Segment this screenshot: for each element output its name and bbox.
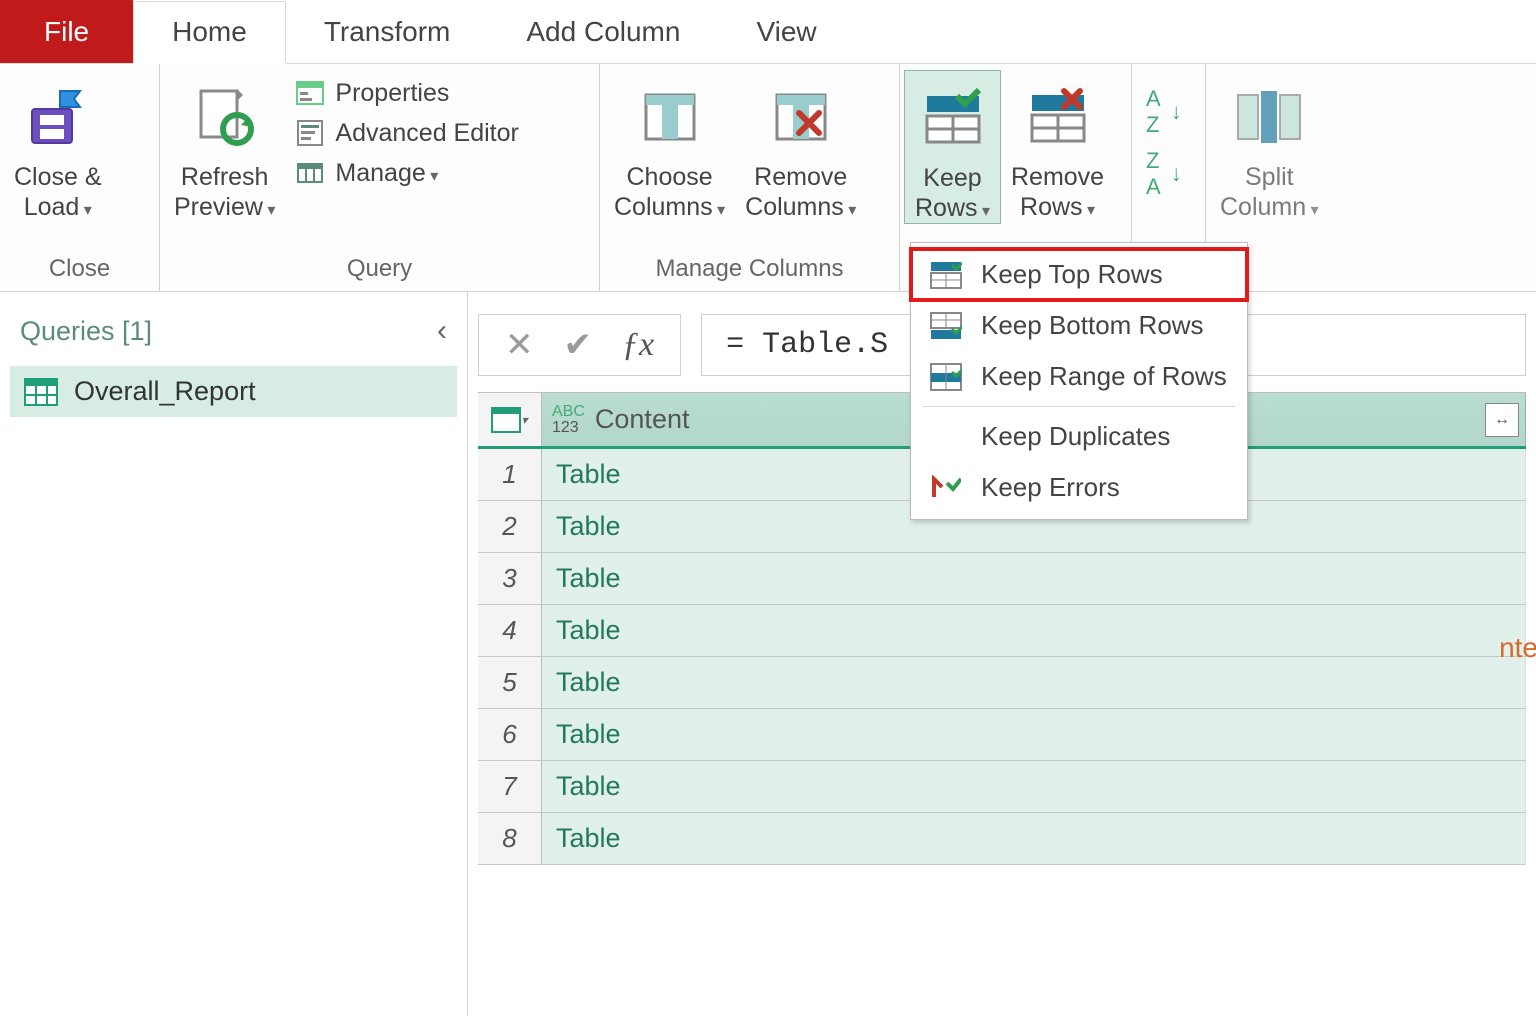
refresh-label: Refresh Preview [174, 162, 275, 222]
table-icon [24, 378, 58, 406]
sort-ascending-button[interactable]: AZ ↓ [1142, 84, 1186, 140]
remove-rows-button[interactable]: Remove Rows [1001, 70, 1114, 222]
manage-label: Manage [335, 159, 438, 188]
keep-errors-icon [927, 475, 965, 501]
advanced-editor-icon [295, 118, 325, 148]
row-number: 3 [478, 553, 542, 604]
query-item-label: Overall_Report [74, 376, 256, 407]
query-settings-peek: nte [1499, 632, 1536, 664]
group-label-manage-columns: Manage Columns [604, 251, 895, 289]
fx-icon[interactable]: ƒx [622, 326, 654, 364]
queries-header-label: Queries [1] [20, 316, 152, 347]
column-header-label: Content [595, 404, 690, 435]
keep-rows-icon [923, 77, 983, 159]
remove-columns-icon [771, 76, 831, 158]
expand-column-button[interactable]: ↔ [1485, 403, 1519, 437]
table-row[interactable]: 7Table [478, 761, 1526, 813]
refresh-preview-button[interactable]: Refresh Preview [164, 70, 285, 222]
keep-duplicates-item[interactable]: Keep Duplicates [911, 411, 1247, 462]
close-and-load-button[interactable]: Close & Load [4, 70, 112, 222]
row-number: 5 [478, 657, 542, 708]
menu-label: Keep Errors [981, 472, 1120, 503]
keep-errors-item[interactable]: Keep Errors [911, 462, 1247, 513]
workspace: Queries [1] ‹ Overall_Report ✕ ✔ ƒx = Ta… [0, 292, 1536, 1016]
sort-asc-icon: AZ [1146, 86, 1161, 138]
ribbon: Close & Load Close Refresh Preview [0, 64, 1536, 292]
sort-desc-icon: ZA [1146, 148, 1161, 200]
query-item[interactable]: Overall_Report [10, 366, 457, 417]
choose-columns-icon [640, 76, 700, 158]
cell-content[interactable]: Table [542, 657, 1526, 708]
row-number: 6 [478, 709, 542, 760]
queries-panel: Queries [1] ‹ Overall_Report [0, 292, 468, 1016]
split-column-icon [1234, 76, 1304, 158]
split-column-label: Split Column [1220, 162, 1319, 222]
tab-add-column[interactable]: Add Column [488, 0, 718, 63]
row-number: 1 [478, 449, 542, 500]
tab-transform[interactable]: Transform [286, 0, 489, 63]
keep-bottom-rows-icon [927, 312, 965, 340]
ribbon-tabs: File Home Transform Add Column View [0, 0, 1536, 64]
cell-content[interactable]: Table [542, 813, 1526, 864]
group-label-close: Close [4, 251, 155, 289]
row-number: 7 [478, 761, 542, 812]
cell-content[interactable]: Table [542, 761, 1526, 812]
collapse-panel-button[interactable]: ‹ [437, 314, 447, 348]
menu-label: Keep Top Rows [981, 259, 1163, 290]
cell-content[interactable]: Table [542, 709, 1526, 760]
menu-label: Keep Range of Rows [981, 361, 1227, 392]
remove-rows-icon [1028, 76, 1088, 158]
group-label-query: Query [164, 251, 595, 289]
remove-rows-label: Remove Rows [1011, 162, 1104, 222]
keep-rows-button[interactable]: Keep Rows [904, 70, 1001, 224]
tab-file[interactable]: File [0, 0, 133, 63]
accept-formula-icon[interactable]: ✔ [564, 325, 593, 365]
row-number: 8 [478, 813, 542, 864]
menu-separator [923, 406, 1235, 407]
keep-rows-menu: Keep Top Rows Keep Bottom Rows Keep Rang… [910, 242, 1248, 520]
choose-columns-button[interactable]: Choose Columns [604, 70, 735, 222]
row-number: 2 [478, 501, 542, 552]
remove-columns-button[interactable]: Remove Columns [735, 70, 866, 222]
table-row[interactable]: 6Table [478, 709, 1526, 761]
formula-controls: ✕ ✔ ƒx [478, 314, 681, 376]
close-load-icon [26, 76, 90, 158]
choose-columns-label: Choose Columns [614, 162, 725, 222]
close-load-label: Close & Load [14, 162, 102, 222]
cell-content[interactable]: Table [542, 605, 1526, 656]
datatype-icon[interactable]: ABC123 [552, 404, 585, 436]
sort-descending-button[interactable]: ZA ↓ [1142, 146, 1186, 202]
advanced-editor-button[interactable]: Advanced Editor [291, 116, 522, 150]
menu-label: Keep Duplicates [981, 421, 1170, 452]
table-row[interactable]: 3Table [478, 553, 1526, 605]
select-all-button[interactable]: ▾ [478, 393, 542, 446]
arrow-down-icon: ↓ [1171, 99, 1182, 125]
refresh-icon [193, 76, 257, 158]
cell-content[interactable]: Table [542, 553, 1526, 604]
split-column-button[interactable]: Split Column [1210, 70, 1329, 222]
keep-bottom-rows-item[interactable]: Keep Bottom Rows [911, 300, 1247, 351]
manage-button[interactable]: Manage [291, 156, 522, 190]
keep-range-rows-icon [927, 363, 965, 391]
arrow-down-icon: ↓ [1171, 161, 1182, 187]
tab-home[interactable]: Home [133, 1, 286, 64]
advanced-editor-label: Advanced Editor [335, 119, 518, 148]
keep-top-rows-item[interactable]: Keep Top Rows [911, 249, 1247, 300]
table-row[interactable]: 4Table [478, 605, 1526, 657]
properties-button[interactable]: Properties [291, 76, 522, 110]
row-number: 4 [478, 605, 542, 656]
tab-view[interactable]: View [718, 0, 854, 63]
keep-top-rows-icon [927, 261, 965, 289]
table-row[interactable]: 8Table [478, 813, 1526, 865]
menu-label: Keep Bottom Rows [981, 310, 1204, 341]
keep-rows-label: Keep Rows [915, 163, 990, 223]
keep-range-rows-item[interactable]: Keep Range of Rows [911, 351, 1247, 402]
remove-columns-label: Remove Columns [745, 162, 856, 222]
properties-icon [295, 78, 325, 108]
properties-label: Properties [335, 79, 449, 108]
cancel-formula-icon[interactable]: ✕ [505, 325, 534, 365]
table-row[interactable]: 5Table [478, 657, 1526, 709]
manage-icon [295, 158, 325, 188]
